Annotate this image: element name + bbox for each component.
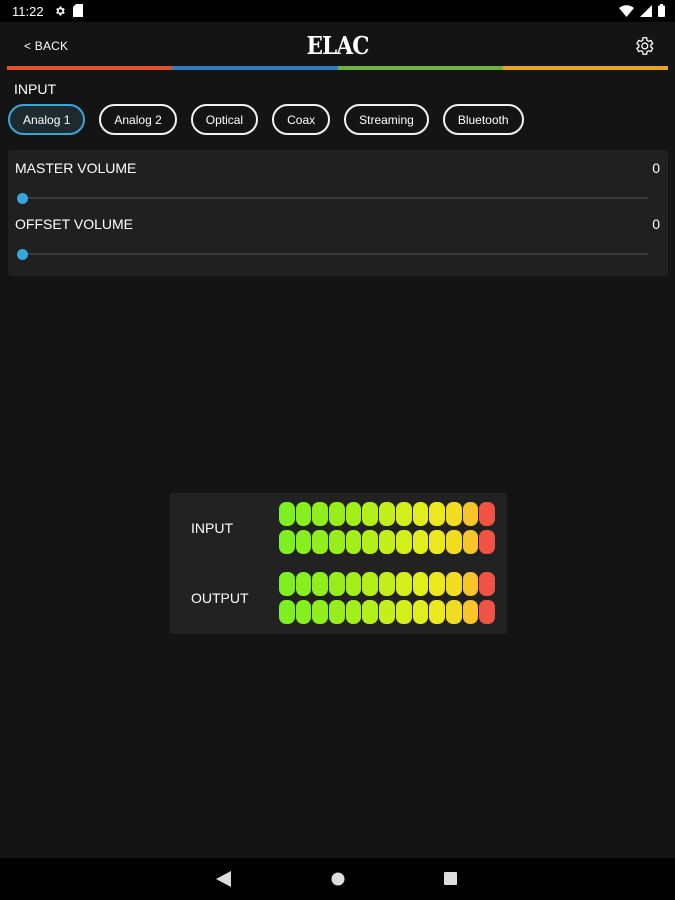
- meter-segment: [479, 600, 495, 624]
- meter-segment: [345, 530, 362, 554]
- meter-segment: [345, 600, 362, 624]
- input-meter-right: [279, 530, 495, 554]
- meter-segment: [479, 502, 495, 526]
- meter-segment: [312, 502, 329, 526]
- meter-segment: [412, 530, 429, 554]
- level-meter-panel: INPUT OUTPUT: [170, 493, 507, 634]
- stripe-orange: [7, 66, 173, 70]
- meter-segment: [445, 502, 462, 526]
- input-option-optical[interactable]: Optical: [190, 104, 259, 135]
- meter-segment: [445, 530, 462, 554]
- meter-segment: [279, 572, 295, 596]
- meter-segment: [445, 600, 462, 624]
- offset-volume-label: OFFSET VOLUME: [15, 216, 133, 232]
- meter-segment: [379, 572, 395, 596]
- master-volume-value: 0: [652, 160, 660, 176]
- meter-segment: [345, 502, 362, 526]
- meter-segment: [379, 530, 395, 554]
- input-option-analog-1[interactable]: Analog 1: [8, 104, 86, 135]
- meter-segment: [479, 530, 495, 554]
- system-nav-bar: [0, 858, 675, 900]
- master-volume-label: MASTER VOLUME: [15, 160, 137, 176]
- meter-segment: [329, 572, 345, 596]
- meter-segment: [429, 600, 445, 624]
- brand-color-stripe: [7, 66, 668, 70]
- meter-segment: [329, 502, 345, 526]
- meter-segment: [295, 600, 312, 624]
- meter-segment: [412, 502, 429, 526]
- nav-recents-icon[interactable]: [444, 872, 457, 885]
- elac-logo: ELAC: [306, 31, 369, 60]
- meter-segment: [312, 530, 329, 554]
- meter-segment: [429, 502, 445, 526]
- meter-segment: [345, 572, 362, 596]
- meter-segment: [279, 502, 295, 526]
- input-meter-left: [279, 502, 495, 526]
- meter-segment: [362, 530, 379, 554]
- meter-segment: [479, 572, 495, 596]
- output-meter-right: [279, 600, 495, 624]
- meter-segment: [295, 502, 312, 526]
- input-option-streaming[interactable]: Streaming: [344, 104, 429, 135]
- meter-segment: [379, 600, 395, 624]
- meter-segment: [395, 530, 412, 554]
- meter-segment: [295, 572, 312, 596]
- meter-segment: [329, 530, 345, 554]
- meter-segment: [279, 530, 295, 554]
- meter-segment: [429, 530, 445, 554]
- slider-track: [22, 197, 648, 199]
- nav-back-icon[interactable]: [216, 871, 231, 887]
- gear-icon: [56, 6, 65, 15]
- meter-segment: [429, 572, 445, 596]
- status-bar: 11:22: [0, 0, 675, 22]
- meter-segment: [412, 600, 429, 624]
- meter-segment: [462, 572, 479, 596]
- slider-thumb[interactable]: [17, 193, 28, 204]
- meter-segment: [445, 572, 462, 596]
- nav-home-icon[interactable]: [331, 872, 345, 886]
- meter-segment: [295, 530, 312, 554]
- meter-segment: [312, 600, 329, 624]
- battery-icon: [658, 4, 665, 17]
- meter-segment: [312, 572, 329, 596]
- offset-volume-value: 0: [652, 216, 660, 232]
- input-option-bluetooth[interactable]: Bluetooth: [442, 104, 524, 135]
- meter-segment: [362, 502, 379, 526]
- meter-segment: [362, 600, 379, 624]
- input-option-coax[interactable]: Coax: [272, 104, 331, 135]
- meter-segment: [329, 600, 345, 624]
- settings-gear-icon[interactable]: [633, 35, 655, 57]
- app-header: < BACK ELAC: [0, 22, 675, 68]
- slider-track: [22, 253, 648, 255]
- input-section-label: INPUT: [14, 81, 56, 97]
- sd-card-icon: [73, 4, 83, 17]
- meter-segment: [462, 600, 479, 624]
- meter-segment: [462, 530, 479, 554]
- input-meter-label: INPUT: [191, 520, 233, 536]
- input-selector: Analog 1 Analog 2 Optical Coax Streaming…: [8, 104, 524, 135]
- slider-thumb[interactable]: [17, 249, 28, 260]
- output-meter-label: OUTPUT: [191, 590, 249, 606]
- meter-segment: [395, 502, 412, 526]
- wifi-icon: [619, 4, 634, 17]
- stripe-blue: [172, 66, 338, 70]
- output-meter-left: [279, 572, 495, 596]
- meter-segment: [379, 502, 395, 526]
- meter-segment: [395, 572, 412, 596]
- meter-segment: [279, 600, 295, 624]
- meter-segment: [395, 600, 412, 624]
- volume-panel: MASTER VOLUME 0 OFFSET VOLUME 0: [8, 150, 668, 276]
- meter-segment: [412, 572, 429, 596]
- master-volume-slider[interactable]: [17, 191, 648, 205]
- input-option-analog-2[interactable]: Analog 2: [99, 104, 177, 135]
- meter-segment: [462, 502, 479, 526]
- offset-volume-slider[interactable]: [17, 247, 648, 261]
- meter-segment: [362, 572, 379, 596]
- stripe-yellow: [502, 66, 668, 70]
- signal-icon: [640, 4, 652, 17]
- status-time: 11:22: [12, 4, 44, 19]
- stripe-green: [337, 66, 503, 70]
